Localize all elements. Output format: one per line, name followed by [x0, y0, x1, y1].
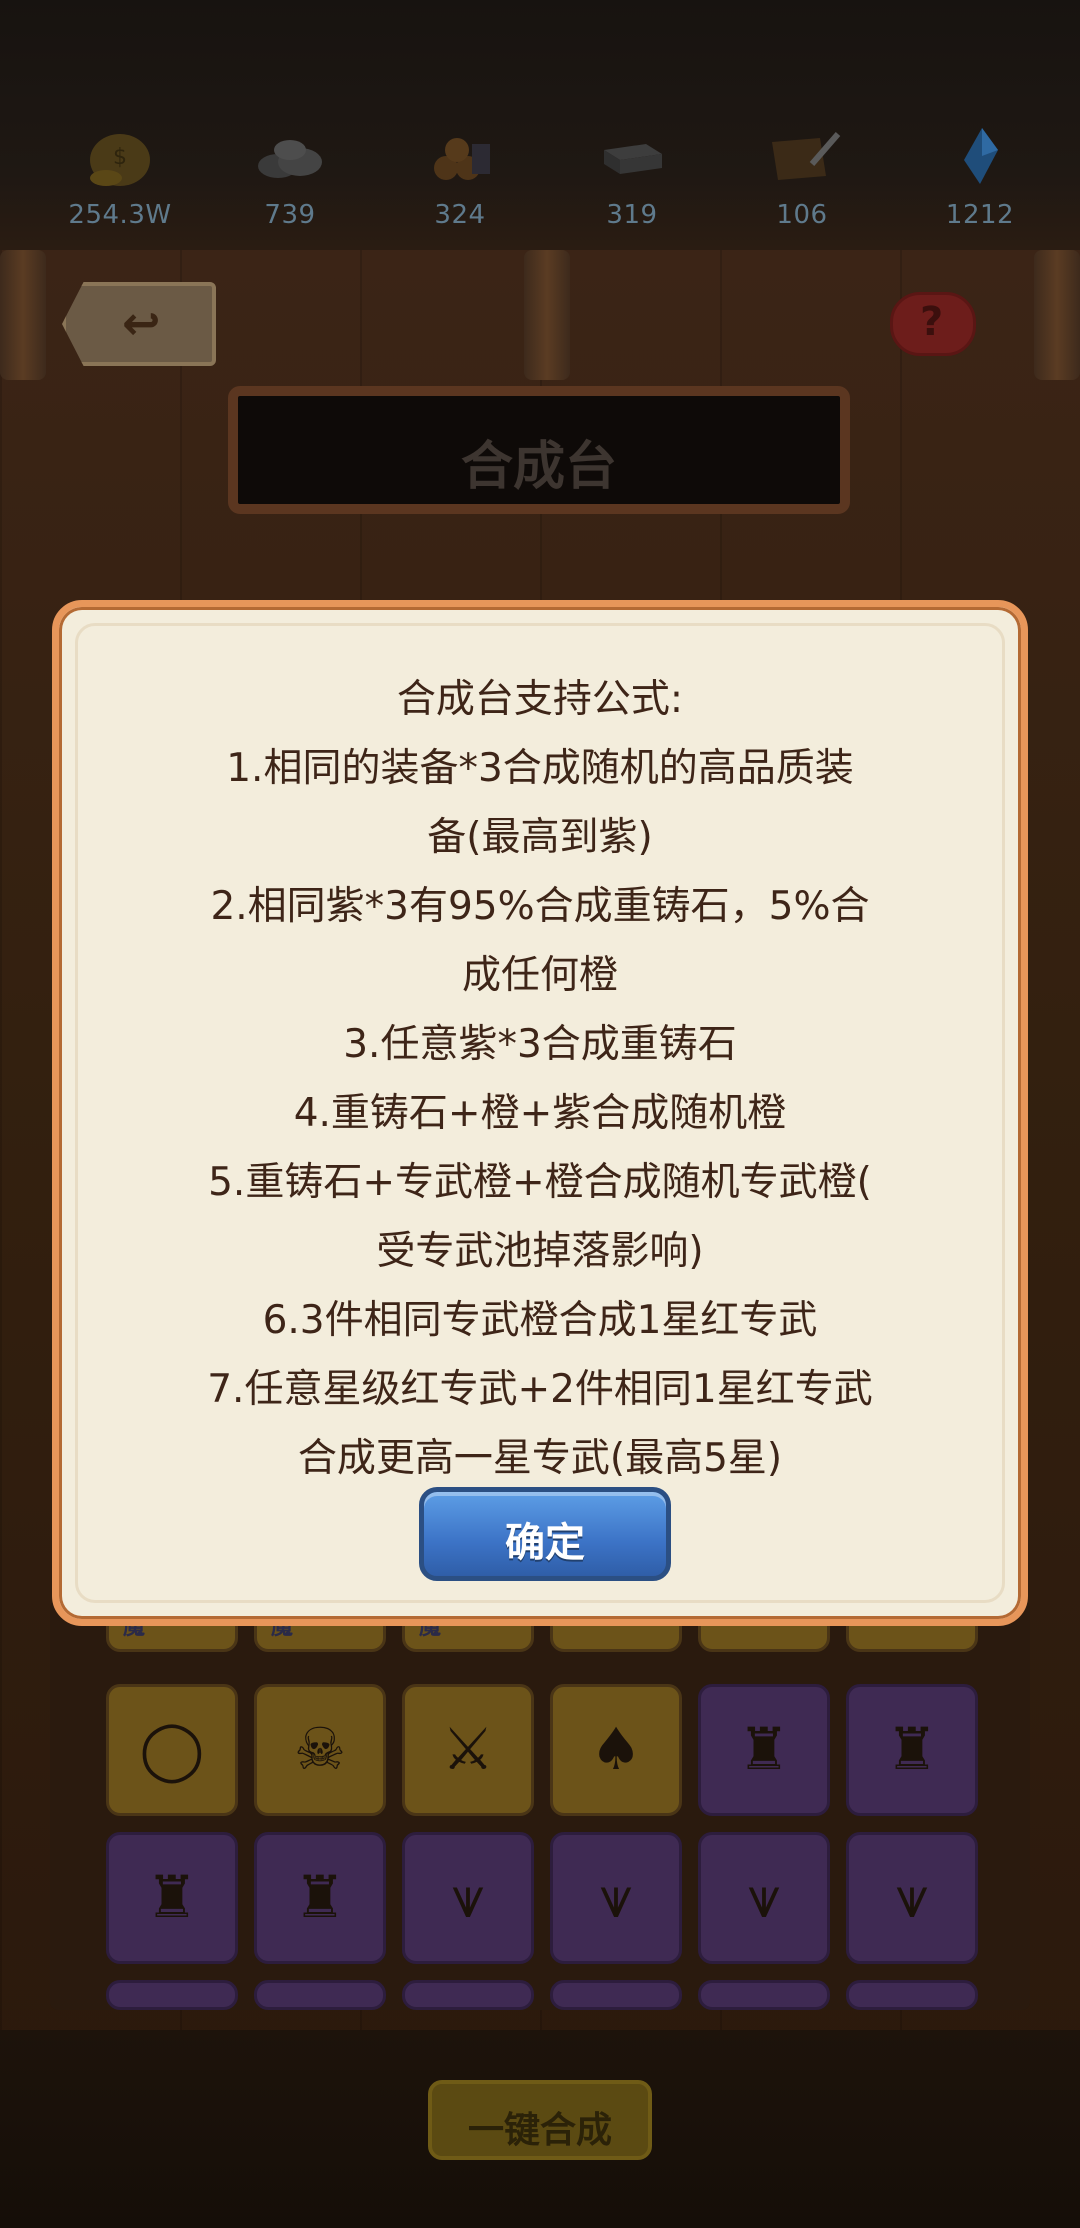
rule-line: 成任何橙 [461, 953, 618, 998]
rule-line: 3.任意紫*3合成重铸石 [343, 1022, 737, 1067]
rule-line: 备(最高到紫) [427, 815, 653, 860]
rule-line: 4.重铸石+橙+紫合成随机橙 [293, 1091, 787, 1136]
rules-dialog: 合成台支持公式: 1.相同的装备*3合成随机的高品质装 备(最高到紫) 2.相同… [52, 600, 1028, 1626]
confirm-label: 确定 [505, 1520, 585, 1566]
rule-line: 合成更高一星专武(最高5星) [297, 1436, 783, 1481]
rule-line: 2.相同紫*3有95%合成重铸石，5%合 [210, 884, 870, 929]
confirm-button[interactable]: 确定 [419, 1487, 671, 1581]
rule-line: 6.3件相同专武橙合成1星红专武 [262, 1298, 818, 1343]
rule-line: 受专武池掉落影响) [376, 1229, 704, 1274]
rules-heading: 合成台支持公式: [396, 677, 684, 722]
rule-line: 5.重铸石+专武橙+橙合成随机专武橙( [208, 1160, 872, 1205]
rules-text: 合成台支持公式: 1.相同的装备*3合成随机的高品质装 备(最高到紫) 2.相同… [149, 665, 931, 1493]
rule-line: 1.相同的装备*3合成随机的高品质装 [226, 746, 854, 791]
rule-line: 7.任意星级红专武+2件相同1星红专武 [207, 1367, 873, 1412]
